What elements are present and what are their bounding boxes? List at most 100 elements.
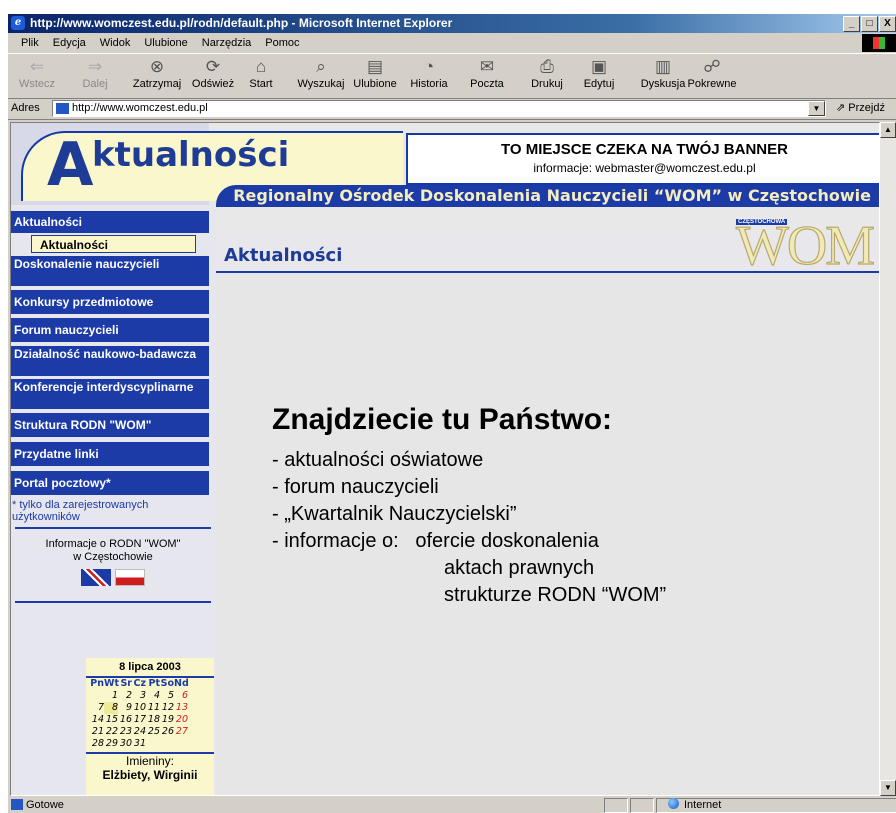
logo-letter: A xyxy=(47,130,94,200)
title-bar[interactable]: e http://www.womczest.edu.pl/rodn/defaul… xyxy=(8,14,896,33)
home-button[interactable]: ⌂ Start xyxy=(236,56,286,96)
calendar-header: 8 lipca 2003 xyxy=(86,658,214,678)
menu-widok[interactable]: Widok xyxy=(93,33,138,53)
history-icon: ◔ xyxy=(423,57,435,76)
globe-icon xyxy=(668,798,679,809)
go-arrow-icon: ⇗ xyxy=(836,102,849,114)
address-input[interactable]: http://www.womczest.edu.pl xyxy=(52,100,826,117)
menu-edycja[interactable]: Edycja xyxy=(46,33,93,53)
go-button[interactable]: ⇗ Przejdź xyxy=(836,98,885,119)
menu-bar: Plik Edycja Widok Ulubione Narzędzia Pomoc xyxy=(8,33,896,53)
page-viewport: A ktualności TO MIEJSCE CZEKA NA TWÓJ BA… xyxy=(10,122,880,796)
uk-flag-icon[interactable] xyxy=(81,569,111,586)
browser-window: e http://www.womczest.edu.pl/rodn/defaul… xyxy=(8,14,896,813)
content-line: - „Kwartalnik Nauczycielski” xyxy=(272,503,517,525)
vertical-scrollbar[interactable]: ▲ ▼ xyxy=(880,122,896,796)
ie-logo-icon: e xyxy=(11,16,25,30)
related-icon: ☍ xyxy=(703,57,721,76)
nav-sub-aktualnosci[interactable]: Aktualności xyxy=(31,235,196,253)
mail-icon: ✉ xyxy=(479,57,495,76)
content-header: Aktualności WOM CZĘSTOCHOWA xyxy=(216,216,879,276)
address-dropdown-button[interactable]: ▼ xyxy=(808,101,825,116)
nav-konferencje[interactable]: Konferencje interdyscyplinarne xyxy=(11,379,209,409)
nav-konkursy[interactable]: Konkursy przedmiotowe xyxy=(11,290,209,314)
page-status-icon xyxy=(11,799,23,810)
back-arrow-icon: ⇐ xyxy=(29,57,45,76)
calendar-week: 14 15 16 17 18 19 20 xyxy=(91,714,188,725)
scroll-down-arrow-icon[interactable]: ▼ xyxy=(880,780,896,796)
window-title: http://www.womczest.edu.pl/rodn/default.… xyxy=(30,16,453,30)
favorites-button[interactable]: ▤ Ulubione xyxy=(348,56,402,96)
calendar-week: 123456 xyxy=(111,690,188,701)
status-bar: Gotowe Internet xyxy=(8,797,896,813)
mail-button[interactable]: ✉ Poczta xyxy=(462,56,512,96)
history-button[interactable]: ◔ Historia xyxy=(404,56,454,96)
ad-banner[interactable]: TO MIEJSCE CZEKA NA TWÓJ BANNER informac… xyxy=(406,133,879,185)
favorites-icon: ▤ xyxy=(366,57,384,76)
page-icon xyxy=(56,103,69,114)
name-days: Imieniny: Elżbiety, Wirginii xyxy=(86,752,214,782)
content-line: - aktualności oświatowe xyxy=(272,449,484,471)
banner-info: informacje: webmaster@womczest.edu.pl xyxy=(533,161,756,175)
wom-logo: WOM CZĘSTOCHOWA xyxy=(735,216,876,275)
nav-forum[interactable]: Forum nauczycieli xyxy=(11,318,209,342)
back-button[interactable]: ⇐ Wstecz xyxy=(12,56,62,96)
content-heading: Znajdziecie tu Państwo: xyxy=(272,403,613,436)
edit-icon: ▣ xyxy=(590,57,608,76)
close-button[interactable]: X xyxy=(879,16,896,32)
print-button[interactable]: ⎙ Drukuj xyxy=(522,56,572,96)
forward-arrow-icon: ⇒ xyxy=(87,57,103,76)
menu-pomoc[interactable]: Pomoc xyxy=(258,33,306,53)
maximize-button[interactable]: □ xyxy=(861,16,878,32)
menu-narzedzia[interactable]: Narzędzia xyxy=(195,33,259,53)
banner-title: TO MIEJSCE CZEKA NA TWÓJ BANNER xyxy=(501,141,788,158)
search-icon: ⌕ xyxy=(316,57,326,76)
calendar-week: 7 8 9 10 11 12 13 xyxy=(97,702,188,714)
menu-ulubione[interactable]: Ulubione xyxy=(137,33,194,53)
toolbar: ⇐ Wstecz ⇒ Dalej ⊗ Zatrzymaj ⟳ Odśwież ⌂ Star… xyxy=(8,53,896,99)
nav-struktura[interactable]: Struktura RODN "WOM" xyxy=(11,413,209,437)
forward-button[interactable]: ⇒ Dalej xyxy=(70,56,120,96)
nav-dzialalnosc[interactable]: Działalność naukowo-badawcza xyxy=(11,346,209,376)
main-content: Znajdziecie tu Państwo: - aktualności oś… xyxy=(216,273,879,795)
status-pane xyxy=(630,798,654,813)
wom-logo-tag: CZĘSTOCHOWA xyxy=(736,219,788,225)
calendar: 8 lipca 2003 Pn Wt Sr Cz Pt So Nd 123456 7 8 9 10… xyxy=(86,658,214,795)
scroll-up-arrow-icon[interactable]: ▲ xyxy=(880,122,896,138)
printer-icon: ⎙ xyxy=(540,57,554,76)
sidebar-divider-2 xyxy=(15,601,211,603)
discuss-button[interactable]: ▥ Dyskusja xyxy=(636,56,690,96)
content-line: - informacje o: ofercie doskonalenia xyxy=(272,530,599,552)
minimize-button[interactable]: _ xyxy=(843,16,860,32)
nav-przydatne-linki[interactable]: Przydatne linki xyxy=(11,442,209,466)
address-bar: Adres http://www.womczest.edu.pl ▼ ⇗ Prz… xyxy=(8,98,896,120)
edit-button[interactable]: ▣ Edytuj xyxy=(574,56,624,96)
related-button[interactable]: ☍ Pokrewne xyxy=(684,56,740,96)
calendar-day-names: Pn Wt Sr Cz Pt So Nd xyxy=(90,678,189,689)
zone-indicator: Internet xyxy=(668,797,721,813)
info-rodn-link[interactable]: Informacje o RODN "WOM" w Częstochowie xyxy=(13,538,213,564)
sidebar-divider xyxy=(15,527,211,529)
calendar-week: 28 29 30 31 xyxy=(91,738,146,749)
section-title: Aktualności xyxy=(224,245,343,266)
stop-button[interactable]: ⊗ Zatrzymaj xyxy=(128,56,186,96)
nav-aktualnosci[interactable]: Aktualności xyxy=(11,211,209,233)
address-label: Adres xyxy=(11,102,40,114)
refresh-button[interactable]: ⟳ Odśwież xyxy=(188,56,238,96)
content-line: aktach prawnych xyxy=(444,557,595,579)
name-days-value: Elżbiety, Wirginii xyxy=(102,768,198,782)
discuss-icon: ▥ xyxy=(654,57,672,76)
content-line: - forum nauczycieli xyxy=(272,476,439,498)
status-text: Gotowe xyxy=(26,799,64,811)
logo-word: ktualności xyxy=(92,135,290,175)
calendar-week: 21 22 23 24 25 26 27 xyxy=(91,726,188,737)
search-button[interactable]: ⌕ Wyszukaj xyxy=(293,56,349,96)
calendar-today[interactable]: 8 xyxy=(104,702,118,714)
windows-logo-icon xyxy=(862,34,896,52)
address-value: http://www.womczest.edu.pl xyxy=(72,102,208,114)
nav-doskonalenie[interactable]: Doskonalenie nauczycieli xyxy=(11,256,209,286)
web-page: A ktualności TO MIEJSCE CZEKA NA TWÓJ BA… xyxy=(11,123,879,795)
pl-flag-icon[interactable] xyxy=(115,569,145,586)
nav-portal-pocztowy[interactable]: Portal pocztowy* xyxy=(11,471,209,495)
menu-plik[interactable]: Plik xyxy=(14,33,46,53)
